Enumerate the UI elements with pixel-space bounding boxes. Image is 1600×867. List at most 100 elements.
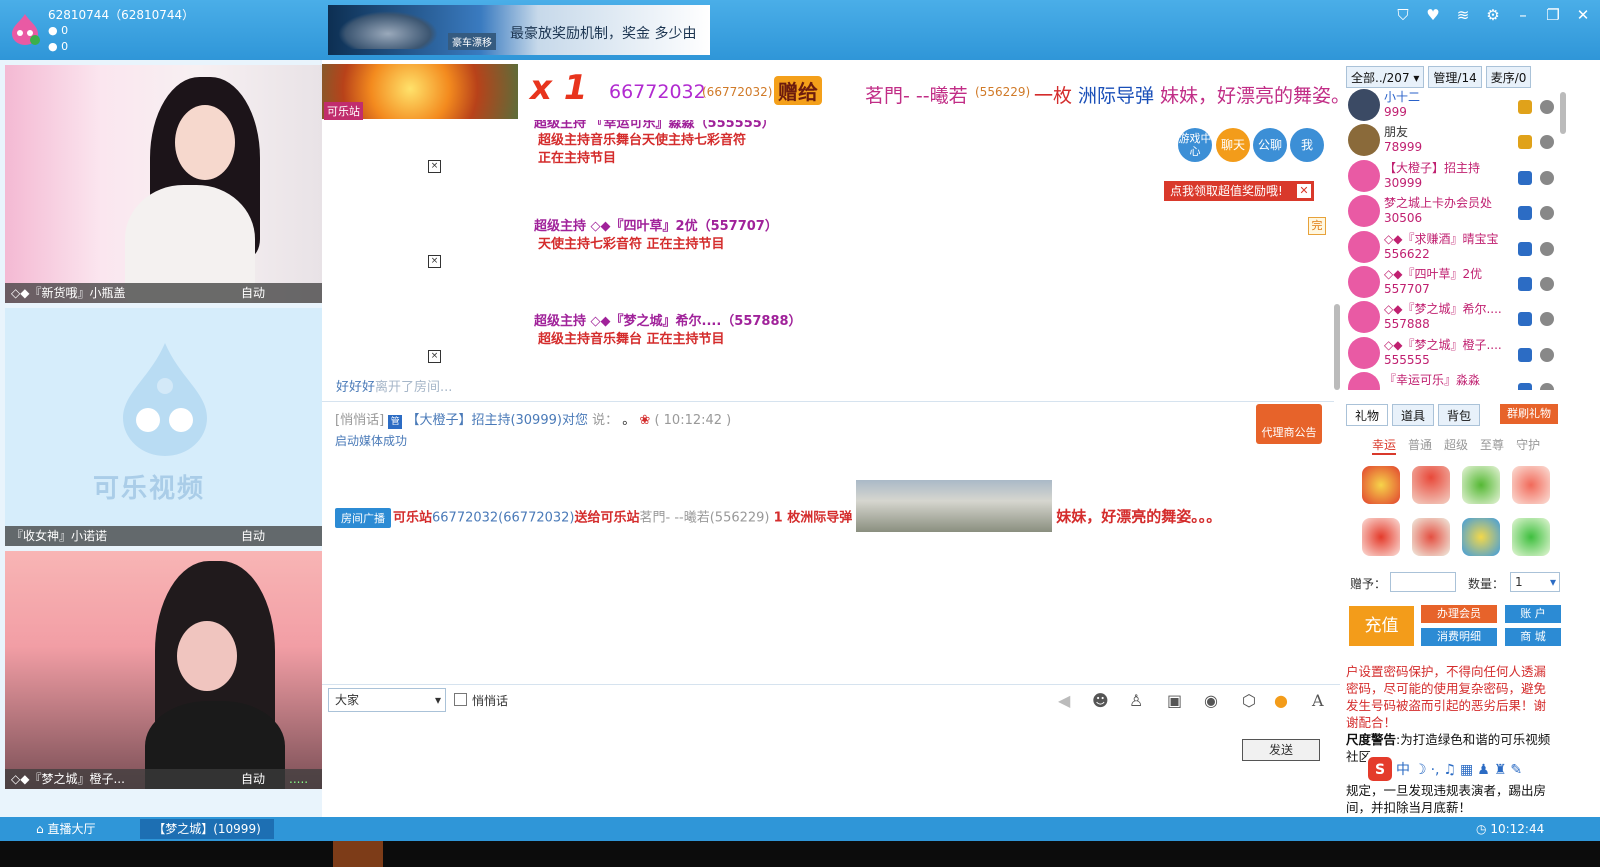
user-row[interactable]: ◇◆『求赚酒』晴宝宝 556622 xyxy=(1346,230,1558,265)
video-slot-3[interactable]: ◇◆『梦之城』橙子... 自动 ..... xyxy=(5,551,325,789)
title-bar xyxy=(0,0,1600,60)
shirt-icon[interactable]: ♜ xyxy=(1494,757,1507,783)
gift-chili-icon[interactable] xyxy=(1412,466,1450,504)
tab-admins[interactable]: 管理/14 xyxy=(1428,66,1482,88)
user-level-icon xyxy=(1540,241,1554,256)
skin-icon[interactable]: ⛉ xyxy=(1394,6,1412,24)
user-row[interactable]: 小十二 999 xyxy=(1346,88,1558,123)
taskbar-item[interactable] xyxy=(333,841,383,867)
banner-ad[interactable]: 豪车漂移 最豪放奖励机制，奖金 多少由 xyxy=(328,5,710,55)
private-sender[interactable]: 【大橙子】招主持(30999) xyxy=(406,413,562,428)
user-row[interactable]: ◇◆『梦之城』希尔.... 557888 xyxy=(1346,300,1558,335)
broadcast-target[interactable]: 茗門- --曦若(556229) xyxy=(640,511,770,526)
user-avatar-icon[interactable] xyxy=(8,12,42,46)
user-id: 557707 xyxy=(1384,282,1430,296)
sogou-icon[interactable]: S xyxy=(1368,757,1392,781)
subtab-supreme[interactable]: 至尊 xyxy=(1480,436,1504,455)
gift-cucumber-icon[interactable] xyxy=(1462,466,1500,504)
user-center-icon[interactable]: ♟ xyxy=(1477,757,1490,783)
moon-icon[interactable]: ☽ xyxy=(1414,757,1427,783)
lobby-button[interactable]: ⌂ 直播大厅 xyxy=(28,819,128,839)
game-center-label: 游戏中心 xyxy=(1178,132,1212,158)
speaker-icon[interactable]: ◀ xyxy=(1058,691,1070,710)
gift-lips-icon[interactable] xyxy=(1362,518,1400,556)
room-tab[interactable]: 【梦之城】(10999) xyxy=(140,819,274,839)
user-list-scrollbar[interactable] xyxy=(1560,92,1566,134)
minimize-icon[interactable]: – xyxy=(1514,6,1532,24)
user-level-icon xyxy=(1540,347,1554,362)
punctuation-icon[interactable]: ·, xyxy=(1431,757,1440,783)
recharge-button[interactable]: 充值 xyxy=(1349,606,1414,646)
public-chat-scrollbar[interactable] xyxy=(1334,304,1340,390)
video-slot-1[interactable]: ◇◆『新货哦』小瓶盖 自动 xyxy=(5,65,325,303)
user-row[interactable]: 朋友 78999 xyxy=(1346,123,1558,158)
restore-icon[interactable]: ❐ xyxy=(1544,6,1562,24)
ime-lang[interactable]: 中 xyxy=(1396,757,1410,783)
gift-clover-icon[interactable] xyxy=(1512,518,1550,556)
user-row[interactable]: 『幸运可乐』淼淼555555 xyxy=(1346,371,1558,390)
gift-sender: 66772032 xyxy=(609,81,706,103)
webcam-icon[interactable]: ◉ xyxy=(1204,691,1218,710)
tab-mic-queue[interactable]: 麦序/0 xyxy=(1485,66,1532,88)
spending-detail-button[interactable]: 消费明细 xyxy=(1421,628,1497,646)
tab-backpack[interactable]: 背包 xyxy=(1438,404,1481,426)
user-level-icon xyxy=(1540,170,1554,185)
public-chat-button[interactable]: 公聊 xyxy=(1253,128,1287,162)
me-button[interactable]: 我 xyxy=(1290,128,1324,162)
promo-complete-icon[interactable]: 完 xyxy=(1308,217,1326,235)
wrench-icon[interactable]: ✎ xyxy=(1510,757,1522,783)
account-button[interactable]: 账 户 xyxy=(1505,605,1561,623)
user-avatar-icon xyxy=(1348,89,1380,121)
broadcast-sender[interactable]: 66772032(66772032) xyxy=(432,511,574,526)
tab-props[interactable]: 道具 xyxy=(1392,404,1435,426)
host-face xyxy=(177,621,237,691)
tab-all-users[interactable]: 全部../207 ▾ xyxy=(1346,66,1425,88)
font-icon[interactable]: A xyxy=(1312,691,1324,710)
gift-candy-icon[interactable] xyxy=(1512,466,1550,504)
gear-icon[interactable]: ⚙ xyxy=(1484,6,1502,24)
chat-divider[interactable] xyxy=(322,401,1334,402)
emoji-icon[interactable]: ☻ xyxy=(1092,691,1109,710)
subtab-super[interactable]: 超级 xyxy=(1444,436,1468,455)
gift-lucky-box-icon[interactable] xyxy=(1362,466,1400,504)
quantity-select[interactable]: 1 ▾ xyxy=(1510,572,1560,592)
gift-beer-icon[interactable] xyxy=(1462,518,1500,556)
screenshot-icon[interactable]: ▣ xyxy=(1167,691,1182,710)
user-row[interactable]: ◇◆『四叶草』2优 557707 xyxy=(1346,265,1558,300)
user-row[interactable]: ◇◆『梦之城』橙子.... 555555 xyxy=(1346,336,1558,371)
group-gift-button[interactable]: 群刷礼物 xyxy=(1500,404,1558,424)
promo-close-icon[interactable]: ✕ xyxy=(1297,184,1311,198)
recipient-select[interactable]: 大家 ▾ xyxy=(328,688,446,712)
user-row[interactable]: 梦之城上卡办会员处 30506 xyxy=(1346,194,1558,229)
subtab-normal[interactable]: 普通 xyxy=(1408,436,1432,455)
subtab-guard[interactable]: 守护 xyxy=(1516,436,1540,455)
agent-announcement-button[interactable]: 代理商公告 xyxy=(1256,404,1322,444)
vip-button[interactable]: 办理会员 xyxy=(1421,605,1497,623)
promo-banner[interactable]: 点我领取超值奖励哦! ✕ xyxy=(1164,181,1314,201)
enter-name[interactable]: 好好好 xyxy=(336,380,375,395)
gift-icon[interactable]: ● xyxy=(1274,691,1288,710)
window-controls: ⛉ ♥ ≋ ⚙ – ❐ ✕ xyxy=(1394,6,1592,24)
heart-icon[interactable]: ♥ xyxy=(1424,6,1442,24)
voice-icon[interactable]: ♫ xyxy=(1443,757,1456,783)
gift-pepper-icon[interactable] xyxy=(1412,518,1450,556)
chat-button[interactable]: 聊天 xyxy=(1216,128,1250,162)
box-icon[interactable]: ⬡ xyxy=(1242,691,1256,710)
shop-button[interactable]: 商 城 xyxy=(1505,628,1561,646)
whisper-checkbox[interactable] xyxy=(454,693,467,706)
keyboard-icon[interactable]: ▦ xyxy=(1460,757,1473,783)
video-slot-2[interactable]: 可乐视频 『收女神』小诺诺 自动 xyxy=(5,308,325,546)
user-icon[interactable]: ♙ xyxy=(1129,691,1143,710)
home-icon: ⌂ xyxy=(36,822,44,836)
tab-gifts[interactable]: 礼物 xyxy=(1346,404,1389,426)
close-icon[interactable]: ✕ xyxy=(1574,6,1592,24)
send-button[interactable]: 发送 xyxy=(1242,739,1320,761)
game-center-button[interactable]: 游戏中心 xyxy=(1178,128,1212,162)
subtab-lucky[interactable]: 幸运 xyxy=(1372,436,1397,455)
broadcast-badge: 房间广播 xyxy=(335,507,391,528)
give-to-input[interactable] xyxy=(1390,572,1456,592)
message-input[interactable] xyxy=(322,715,1340,817)
private-msg: [悄悄话] 管 【大橙子】招主持(30999)对您 说： 。 ❀ ( 10:12… xyxy=(335,409,731,429)
wifi-icon[interactable]: ≋ xyxy=(1454,6,1472,24)
user-row[interactable]: 【大橙子】招主持 30999 xyxy=(1346,159,1558,194)
